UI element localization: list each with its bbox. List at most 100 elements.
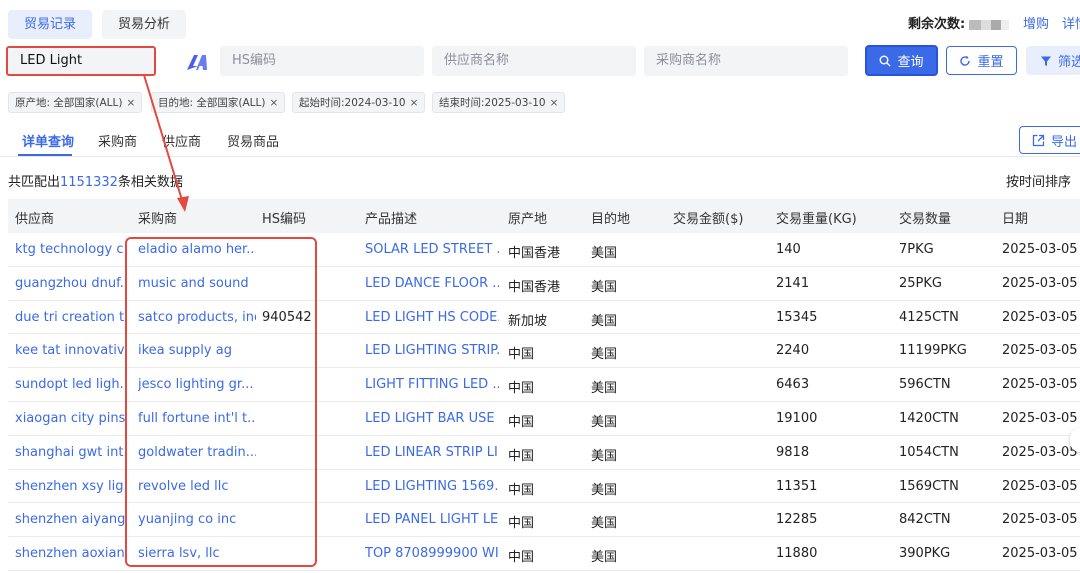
quantity-cell: 7PKG — [899, 242, 934, 257]
table-row[interactable]: shanghai gwt int... goldwater tradin... LE… — [8, 436, 1080, 470]
buyer-cell[interactable]: eladio alamo her... — [138, 242, 256, 257]
destination-cell: 美国 — [591, 246, 618, 261]
chip-end-date[interactable]: 结束时间:2025-03-10 × — [432, 92, 566, 113]
tab-trade-analysis[interactable]: 贸易分析 — [102, 10, 187, 39]
product-description-cell[interactable]: SOLAR LED STREET ... — [365, 242, 499, 257]
buyer-cell[interactable]: goldwater tradin... — [138, 445, 256, 460]
origin-cell: 中国香港 — [508, 279, 561, 295]
buy-more-link[interactable]: 增购 — [1023, 13, 1049, 32]
quantity-cell: 4125CTN — [899, 309, 959, 325]
chip-start-date[interactable]: 起始时间:2024-03-10 × — [292, 92, 426, 113]
close-icon[interactable]: × — [550, 97, 559, 109]
close-icon[interactable]: × — [126, 97, 135, 109]
weight-cell: 2240 — [776, 343, 810, 359]
product-description-cell[interactable]: LIGHT FITTING LED ... — [365, 377, 499, 392]
subtab-buyers[interactable]: 采购商 — [98, 131, 137, 150]
detail-link[interactable]: 详情 — [1062, 13, 1080, 32]
table-row[interactable]: due tri creation t... satco products, inc… — [8, 301, 1080, 335]
supplier-cell[interactable]: sundopt led ligh... — [15, 377, 127, 392]
buyer-cell[interactable]: satco products, inc — [138, 310, 256, 325]
subtab-trade-goods[interactable]: 贸易商品 — [227, 131, 279, 150]
origin-cell: 中国 — [508, 414, 535, 430]
origin-cell: 中国 — [508, 381, 535, 397]
buyer-cell[interactable]: music and sound — [138, 276, 249, 291]
chip-label: 结束时间:2025-03-10 — [439, 97, 546, 109]
quantity-cell: 390PKG — [899, 546, 951, 562]
date-cell: 2025-03-05 — [1002, 242, 1078, 257]
table-row[interactable]: shenzhen xsy lig... revolve led llc LED LI… — [8, 470, 1080, 504]
scroll-handle[interactable] — [1070, 428, 1080, 452]
buyer-cell[interactable]: revolve led llc — [138, 479, 229, 494]
quantity-cell: 842CTN — [899, 512, 951, 528]
origin-cell: 中国 — [508, 516, 535, 532]
product-description-cell[interactable]: LED LIGHT BAR USE ... — [365, 411, 499, 426]
buyer-cell[interactable]: ikea supply ag — [138, 343, 232, 358]
close-icon[interactable]: × — [410, 97, 419, 109]
table-header: 供应商 采购商 HS编码 产品描述 原产地 目的地 交易金额($) 交易重量(KG) 交易数量 日… — [8, 199, 1080, 233]
product-description-cell[interactable]: TOP 8708999900 WI... — [365, 546, 499, 561]
chip-origin[interactable]: 原产地: 全部国家(ALL) × — [8, 92, 143, 113]
chip-label: 原产地: 全部国家(ALL) — [15, 97, 123, 109]
supplier-name-input[interactable]: 供应商名称 — [432, 46, 636, 76]
product-description-cell[interactable]: LED LINEAR STRIP LI... — [365, 445, 499, 460]
buyer-name-input[interactable]: 采购商名称 — [644, 46, 848, 76]
supplier-cell[interactable]: ktg technology c... — [15, 242, 127, 257]
product-description-cell[interactable]: LED PANEL LIGHT LED — [365, 512, 499, 527]
chip-destination[interactable]: 目的地: 全部国家(ALL) × — [151, 92, 286, 113]
weight-cell: 9818 — [776, 444, 810, 460]
date-cell: 2025-03-05 — [1002, 377, 1078, 393]
trade-table: 供应商 采购商 HS编码 产品描述 原产地 目的地 交易金额($) 交易重量(KG) 交易数量 日… — [8, 199, 1080, 571]
supplier-cell[interactable]: shenzhen xsy lig... — [15, 479, 127, 494]
table-row[interactable]: sundopt led ligh... jesco lighting gr... L… — [8, 368, 1080, 402]
supplier-cell[interactable]: shanghai gwt int... — [15, 445, 127, 460]
close-icon[interactable]: × — [269, 97, 278, 109]
supplier-cell[interactable]: due tri creation t... — [15, 310, 127, 325]
subtab-suppliers[interactable]: 供应商 — [162, 131, 201, 150]
quantity-cell: 11199PKG — [899, 343, 967, 359]
product-description-cell[interactable]: LED LIGHT HS CODE... — [365, 310, 499, 325]
column-header: 原产地 — [508, 212, 548, 227]
date-cell: 2025-03-05 — [1002, 512, 1078, 528]
filter-label: 筛选 — [1058, 55, 1080, 70]
supplier-cell[interactable]: shenzhen aoxian... — [15, 546, 127, 561]
hs-code-input[interactable]: HS编码 — [220, 46, 424, 76]
column-header: 供应商 — [15, 212, 55, 227]
buyer-cell[interactable]: sierra lsv, llc — [138, 546, 220, 561]
table-row[interactable]: shenzhen aiyang... yuanjing co inc LED PAN… — [8, 503, 1080, 538]
table-row[interactable]: ktg technology c... eladio alamo her... SO… — [8, 233, 1080, 267]
product-description-cell[interactable]: LED LIGHTING STRIP... — [365, 343, 499, 358]
top-bar: 贸易记录 贸易分析 剩余次数: 增购 详情 — [0, 0, 1080, 44]
remaining-count-masked — [969, 19, 1010, 30]
buyer-cell[interactable]: yuanjing co inc — [138, 512, 236, 527]
origin-cell: 中国 — [508, 347, 535, 363]
sub-tabs: 详单查询 采购商 供应商 贸易商品 — [0, 127, 1080, 157]
column-header: 产品描述 — [365, 212, 418, 227]
table-body: ktg technology c... eladio alamo her... SO… — [8, 233, 1080, 571]
query-button[interactable]: 查询 — [865, 45, 938, 76]
buyer-cell[interactable]: jesco lighting gr... — [138, 377, 253, 392]
subtab-detail-query[interactable]: 详单查询 — [22, 131, 74, 150]
reset-button[interactable]: 重置 — [946, 46, 1017, 75]
supplier-cell[interactable]: shenzhen aiyang... — [15, 512, 127, 527]
tab-trade-records[interactable]: 贸易记录 — [8, 10, 93, 39]
table-row[interactable]: kee tat innovativ... ikea supply ag LED LI… — [8, 334, 1080, 369]
weight-cell: 19100 — [776, 410, 818, 426]
product-description-cell[interactable]: LED LIGHTING 1569... — [365, 479, 499, 494]
product-description-cell[interactable]: LED DANCE FLOOR ... — [365, 276, 499, 291]
filter-button[interactable]: 筛选 — [1026, 46, 1080, 75]
remaining-label: 剩余次数: — [908, 17, 966, 32]
sort-by-time[interactable]: 按时间排序 — [1006, 171, 1071, 190]
buyer-cell[interactable]: full fortune int'l t... — [138, 411, 256, 426]
weight-cell: 6463 — [776, 377, 810, 393]
table-row[interactable]: guangzhou dnuf... music and sound LED DANC… — [8, 267, 1080, 301]
origin-cell: 中国香港 — [508, 246, 561, 261]
ai-logo-icon[interactable] — [182, 48, 212, 76]
table-row[interactable]: xiaogan city pins... full fortune int'l t… — [8, 402, 1080, 436]
keyword-input[interactable]: LED Light — [6, 46, 156, 76]
table-row[interactable]: shenzhen aoxian... sierra lsv, llc TOP 870… — [8, 537, 1080, 571]
supplier-cell[interactable]: guangzhou dnuf... — [15, 276, 127, 291]
supplier-cell[interactable]: kee tat innovativ... — [15, 343, 127, 358]
supplier-cell[interactable]: xiaogan city pins... — [15, 411, 127, 426]
search-row: LED Light HS编码 供应商名称 采购商名称 查询 重置 筛选 — [0, 44, 1080, 80]
export-button[interactable]: 导出 — [1019, 126, 1080, 154]
